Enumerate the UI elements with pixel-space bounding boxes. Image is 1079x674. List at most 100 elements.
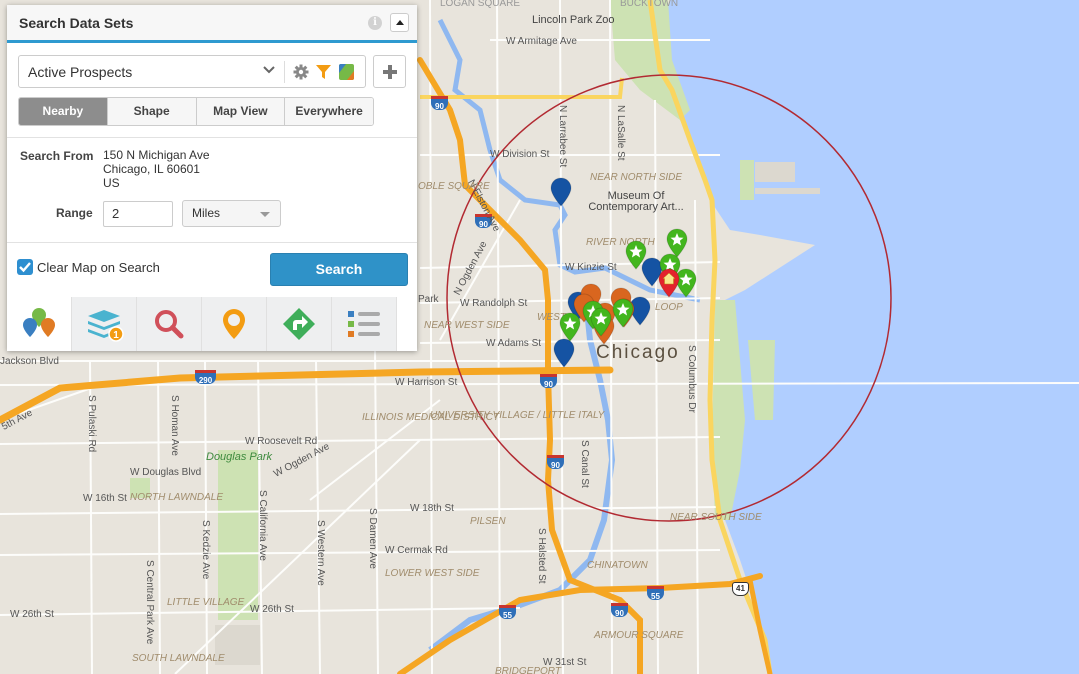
map-label: Lincoln Park Zoo [532, 14, 615, 26]
map-label: ARMOUR SQUARE [594, 630, 683, 641]
map-label: LOOP [655, 302, 683, 313]
range-unit-value: Miles [192, 206, 221, 220]
map-label: W Cermak Rd [385, 545, 448, 556]
starred-marker[interactable] [612, 298, 634, 328]
map-marker[interactable] [550, 177, 572, 207]
dataset-selected-value: Active Prospects [28, 64, 133, 80]
map-label: S Western Ave [315, 520, 326, 586]
range-input[interactable]: 2 [103, 201, 173, 227]
map-label: S Canal St [579, 440, 590, 488]
map-label: S Homan Ave [169, 395, 180, 456]
douglas-park [218, 450, 258, 620]
route-icon [283, 308, 315, 340]
us-route-shield: 41 [732, 582, 749, 596]
tool-data-sets[interactable] [7, 297, 72, 351]
map-label: W 18th St [410, 503, 454, 514]
map-label: NEAR SOUTH SIDE [670, 512, 762, 523]
tool-legend[interactable] [332, 297, 397, 351]
map-label: N LaSalle St [615, 105, 626, 161]
map-label: W Randolph St [460, 298, 528, 309]
location-pin-icon [223, 309, 245, 339]
chevron-down-icon[interactable] [263, 64, 275, 76]
map-label: W 16th St [83, 493, 127, 504]
panel-header: Search Data Sets i [7, 5, 417, 43]
panel-title: Search Data Sets [19, 15, 134, 31]
interstate-shield: 55 [647, 586, 664, 601]
map-label: W Roosevelt Rd [245, 436, 318, 447]
data-sets-icon [23, 308, 55, 337]
map-label: S Columbus Dr [686, 345, 697, 413]
map-marker[interactable] [553, 338, 575, 368]
map-label: OBLE SQUARE [418, 181, 490, 192]
map-label: LOWER WEST SIDE [385, 568, 480, 579]
map-label: NEAR WEST SIDE [424, 320, 510, 331]
panel-toolbar: 1 [7, 297, 397, 351]
info-icon[interactable]: i [368, 16, 382, 30]
interstate-shield: 90 [540, 374, 557, 389]
color-legend-icon[interactable] [339, 64, 354, 80]
map-label: UNIVERSITY VILLAGE / LITTLE ITALY [430, 410, 604, 421]
divider [7, 137, 417, 138]
search-data-sets-panel: Search Data Sets i Active Prospects Near… [7, 5, 417, 351]
search-mode-tabs: Nearby Shape Map View Everywhere [18, 97, 374, 126]
map-label: BUCKTOWN [620, 0, 679, 9]
layers-icon: 1 [88, 310, 124, 342]
interstate-shield: 290 [195, 370, 216, 385]
map-label: BRIDGEPORT [495, 666, 561, 674]
tab-map-view[interactable]: Map View [196, 98, 286, 125]
address-line-1: 150 N Michigan Ave [103, 148, 210, 162]
interstate-shield: 55 [499, 605, 516, 620]
map-label: SOUTH LAWNDALE [132, 653, 225, 664]
range-label: Range [56, 206, 93, 220]
search-from-address[interactable]: 150 N Michigan Ave Chicago, IL 60601 US [103, 148, 210, 190]
map-label: Jackson Blvd [0, 356, 59, 367]
map-label: W Adams St [486, 338, 542, 349]
tool-layers[interactable]: 1 [72, 297, 137, 351]
divider [284, 61, 285, 83]
tool-location[interactable] [202, 297, 267, 351]
city-label: Chicago [596, 342, 680, 363]
collapse-button[interactable] [390, 13, 409, 32]
tool-route[interactable] [267, 297, 332, 351]
range-unit-select[interactable]: Miles [182, 200, 281, 227]
starred-marker[interactable] [625, 240, 647, 270]
map-label: Park [418, 294, 439, 305]
search-button[interactable]: Search [270, 253, 408, 286]
map-label: W 26th St [250, 604, 294, 615]
map-label: LOGAN SQUARE [440, 0, 521, 9]
tab-nearby[interactable]: Nearby [19, 98, 108, 125]
map-label: W Kinzie St [565, 262, 617, 273]
filter-icon[interactable] [316, 64, 331, 80]
map-label: W Harrison St [395, 377, 458, 388]
map-label: NORTH LAWNDALE [130, 492, 223, 503]
tab-shape[interactable]: Shape [107, 98, 197, 125]
map-label: S Kedzie Ave [200, 520, 211, 580]
map-label: N Larrabee St [557, 105, 568, 168]
map-label: S Central Park Ave [144, 560, 155, 645]
checkmark-icon [19, 262, 31, 273]
tool-search[interactable] [137, 297, 202, 351]
clear-map-label[interactable]: Clear Map on Search [37, 260, 160, 275]
starred-marker[interactable] [590, 307, 612, 337]
address-line-2: Chicago, IL 60601 [103, 162, 200, 176]
legend-list-icon [348, 311, 380, 337]
map-label: S Pulaski Rd [86, 395, 97, 453]
map-label: W Armitage Ave [506, 36, 577, 47]
interstate-shield: 90 [547, 455, 564, 470]
address-line-3: US [103, 176, 120, 190]
starred-marker[interactable] [559, 312, 581, 342]
dataset-select[interactable]: Active Prospects [18, 55, 366, 88]
home-marker[interactable] [658, 268, 680, 298]
navy-pier [755, 188, 820, 194]
map-label: S Halsted St [536, 528, 547, 584]
clear-map-checkbox[interactable] [17, 259, 33, 275]
map-label: S Damen Ave [367, 508, 378, 569]
interstate-shield: 90 [611, 603, 628, 618]
add-dataset-button[interactable] [373, 55, 406, 88]
map-label: Museum Of Contemporary Art... [588, 190, 684, 213]
gear-icon[interactable] [293, 64, 309, 80]
map-label: LITTLE VILLAGE [167, 597, 245, 608]
interstate-shield: 90 [431, 96, 448, 111]
search-from-label: Search From [20, 149, 94, 163]
tab-everywhere[interactable]: Everywhere [285, 98, 373, 125]
